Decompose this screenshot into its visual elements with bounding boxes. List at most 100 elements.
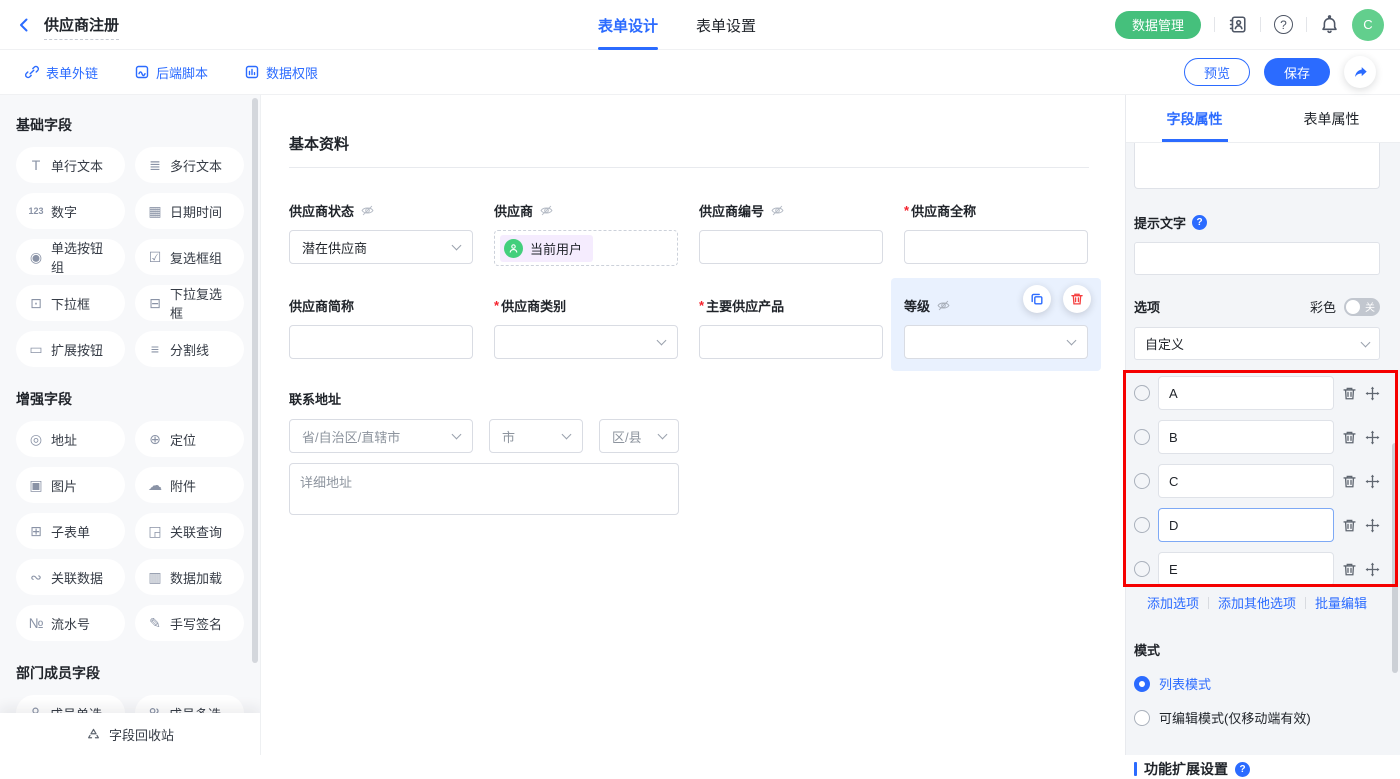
field-main-products[interactable]: * 主要供应产品 xyxy=(699,296,883,359)
field-pill-serial-number[interactable]: №流水号 xyxy=(16,605,125,641)
option-radio[interactable] xyxy=(1134,429,1150,445)
field-pill-checkbox-group[interactable]: ☑复选框组 xyxy=(135,239,244,275)
options-label: 选项 xyxy=(1134,297,1160,316)
field-pill-data-load[interactable]: ▥数据加载 xyxy=(135,559,244,595)
avatar[interactable]: C xyxy=(1352,9,1384,41)
district-select[interactable]: 区/县 xyxy=(599,419,679,453)
delete-option-button[interactable] xyxy=(1342,518,1357,533)
field-supplier-fullname[interactable]: * 供应商全称 xyxy=(904,201,1088,266)
data-permission-button[interactable]: 数据权限 xyxy=(244,63,318,82)
add-other-option-link[interactable]: 添加其他选项 xyxy=(1218,593,1296,612)
supplier-status-select[interactable]: 潜在供应商 xyxy=(289,230,473,264)
notification-bell-icon[interactable] xyxy=(1320,15,1339,34)
tab-field-properties[interactable]: 字段属性 xyxy=(1126,95,1263,142)
field-pill-attachment[interactable]: ☁附件 xyxy=(135,467,244,503)
option-input[interactable] xyxy=(1158,464,1334,498)
supplier-shortname-input[interactable] xyxy=(289,325,473,359)
field-pill-single-text[interactable]: T单行文本 xyxy=(16,147,125,183)
supplier-no-input[interactable] xyxy=(699,230,883,264)
back-icon[interactable] xyxy=(16,17,32,33)
drag-option-handle[interactable] xyxy=(1365,518,1380,533)
field-pill-divider[interactable]: ≡分割线 xyxy=(135,331,244,367)
backend-script-button[interactable]: 后端脚本 xyxy=(134,63,208,82)
field-recycle-bin[interactable]: 字段回收站 xyxy=(0,713,260,755)
field-supplier-shortname[interactable]: 供应商简称 xyxy=(289,296,473,359)
tab-form-design[interactable]: 表单设计 xyxy=(598,0,658,50)
field-pill-locate[interactable]: ⊕定位 xyxy=(135,421,244,457)
field-pill-signature[interactable]: ✎手写签名 xyxy=(135,605,244,641)
help-question-icon[interactable]: ? xyxy=(1235,762,1250,777)
delete-option-button[interactable] xyxy=(1342,386,1357,401)
drag-option-handle[interactable] xyxy=(1365,430,1380,445)
option-input[interactable] xyxy=(1158,508,1334,542)
help-icon[interactable]: ? xyxy=(1274,15,1293,34)
mode-list-radio[interactable]: 列表模式 xyxy=(1134,674,1380,693)
supplier-category-select[interactable] xyxy=(494,325,678,359)
supplier-fullname-input[interactable] xyxy=(904,230,1088,264)
supplier-default-value-box[interactable]: 当前用户 xyxy=(494,230,678,266)
current-user-tag[interactable]: 当前用户 xyxy=(500,235,593,262)
field-supplier[interactable]: 供应商 当前用户 xyxy=(494,201,678,266)
tab-form-settings[interactable]: 表单设置 xyxy=(696,0,756,50)
option-radio[interactable] xyxy=(1134,473,1150,489)
option-input[interactable] xyxy=(1158,552,1334,586)
batch-edit-link[interactable]: 批量编辑 xyxy=(1315,593,1367,612)
field-pill-linked-query[interactable]: ◲关联查询 xyxy=(135,513,244,549)
option-input[interactable] xyxy=(1158,376,1334,410)
field-supplier-status[interactable]: 供应商状态 潜在供应商 xyxy=(289,201,473,266)
city-select[interactable]: 市 xyxy=(489,419,583,453)
field-pill-datetime[interactable]: ▦日期时间 xyxy=(135,193,244,229)
add-option-link[interactable]: 添加选项 xyxy=(1147,593,1199,612)
main-products-input[interactable] xyxy=(699,325,883,359)
field-pill-address[interactable]: ◎地址 xyxy=(16,421,125,457)
field-pill-subform[interactable]: ⊞子表单 xyxy=(16,513,125,549)
copy-field-button[interactable] xyxy=(1023,285,1051,313)
province-select[interactable]: 省/自治区/直辖市 xyxy=(289,419,473,453)
field-supplier-no[interactable]: 供应商编号 xyxy=(699,201,883,266)
panel-scrollbar[interactable] xyxy=(1392,443,1398,673)
hint-text-input[interactable] xyxy=(1134,242,1380,275)
section-title-member-fields: 部门成员字段 xyxy=(16,663,244,683)
option-radio[interactable] xyxy=(1134,517,1150,533)
field-title-input[interactable] xyxy=(1134,143,1380,189)
field-pill-linked-data[interactable]: ∾关联数据 xyxy=(16,559,125,595)
field-supplier-category[interactable]: * 供应商类别 xyxy=(494,296,678,359)
form-section-title[interactable]: 基本资料 xyxy=(289,133,1089,168)
form-external-link-button[interactable]: 表单外链 xyxy=(24,63,98,82)
sidebar-scrollbar[interactable] xyxy=(252,98,258,663)
share-button[interactable] xyxy=(1344,56,1376,88)
drag-option-handle[interactable] xyxy=(1365,474,1380,489)
field-pill-dropdown[interactable]: ⊡下拉框 xyxy=(16,285,125,321)
help-question-icon[interactable]: ? xyxy=(1192,215,1207,230)
multi-dropdown-icon: ⊟ xyxy=(147,296,163,310)
field-pill-multi-text[interactable]: ≣多行文本 xyxy=(135,147,244,183)
field-pill-number[interactable]: 123数字 xyxy=(16,193,125,229)
drag-option-handle[interactable] xyxy=(1365,562,1380,577)
field-contact-address[interactable]: 联系地址 省/自治区/直辖市 市 区/县 xyxy=(289,389,1089,518)
drag-option-handle[interactable] xyxy=(1365,386,1380,401)
option-input[interactable] xyxy=(1158,420,1334,454)
delete-option-button[interactable] xyxy=(1342,562,1357,577)
detail-address-textarea[interactable] xyxy=(289,463,679,515)
data-manage-button[interactable]: 数据管理 xyxy=(1115,11,1201,39)
field-pill-extend-button[interactable]: ▭扩展按钮 xyxy=(16,331,125,367)
image-icon: ▣ xyxy=(28,478,44,492)
tab-form-properties[interactable]: 表单属性 xyxy=(1263,95,1400,142)
mode-editable-radio[interactable]: 可编辑模式(仅移动端有效) xyxy=(1134,708,1380,727)
field-pill-radio-group[interactable]: ◉单选按钮组 xyxy=(16,239,125,275)
page-title[interactable]: 供应商注册 xyxy=(44,14,119,40)
field-pill-image[interactable]: ▣图片 xyxy=(16,467,125,503)
level-select[interactable] xyxy=(904,325,1088,359)
delete-option-button[interactable] xyxy=(1342,430,1357,445)
option-source-select[interactable]: 自定义 xyxy=(1134,327,1380,360)
preview-button[interactable]: 预览 xyxy=(1184,58,1250,86)
delete-option-button[interactable] xyxy=(1342,474,1357,489)
delete-field-button[interactable] xyxy=(1063,285,1091,313)
color-toggle[interactable]: 关 xyxy=(1344,298,1380,316)
field-pill-multi-dropdown[interactable]: ⊟下拉复选框 xyxy=(135,285,244,321)
option-radio[interactable] xyxy=(1134,385,1150,401)
field-level-selected[interactable]: 等级 xyxy=(904,296,1088,359)
option-radio[interactable] xyxy=(1134,561,1150,577)
contact-book-icon[interactable] xyxy=(1228,15,1247,34)
save-button[interactable]: 保存 xyxy=(1264,58,1330,86)
